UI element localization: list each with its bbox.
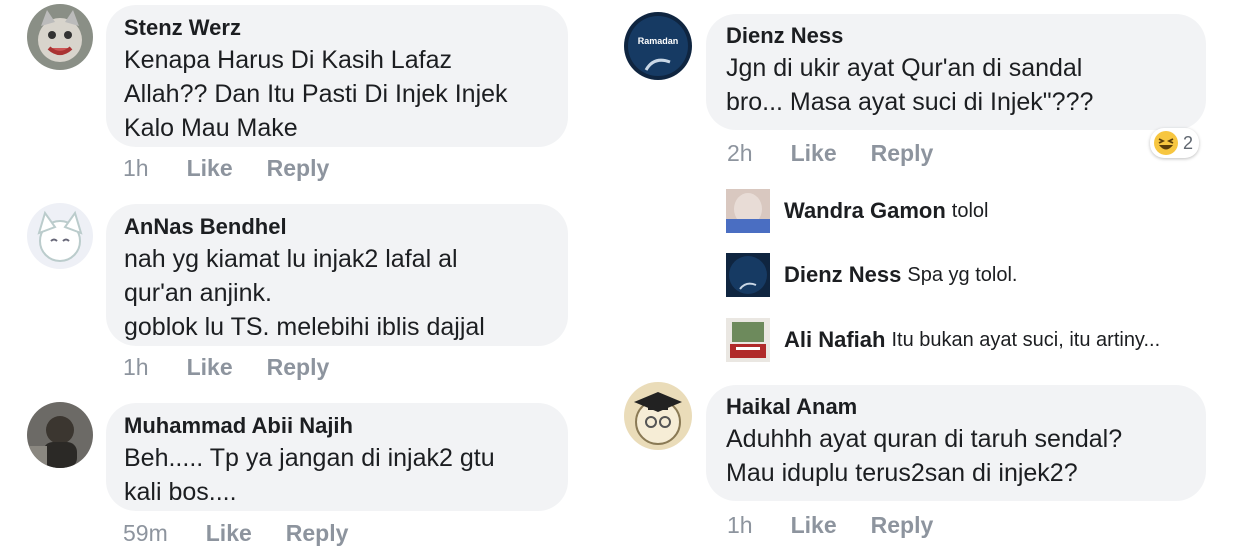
commenter-name[interactable]: Dienz Ness <box>726 23 1186 49</box>
like-button[interactable]: Like <box>206 520 252 547</box>
avatar[interactable] <box>624 382 692 450</box>
reply-button[interactable]: Reply <box>267 155 330 182</box>
reply-button[interactable]: Reply <box>286 520 349 547</box>
avatar[interactable] <box>27 203 93 269</box>
comment-bubble: Dienz Ness Jgn di ukir ayat Qur'an di sa… <box>706 14 1206 130</box>
comment-actions: 1h Like Reply <box>727 512 967 539</box>
commenter-name[interactable]: Muhammad Abii Najih <box>124 413 550 439</box>
reply-text: Spa yg tolol. <box>907 263 1018 286</box>
comment-actions: 2h Like Reply <box>727 140 967 167</box>
reply-button[interactable]: Reply <box>267 354 330 381</box>
reaction-count: 2 <box>1183 132 1194 153</box>
reply-author[interactable]: Wandra Gamon <box>784 198 946 224</box>
avatar[interactable]: Ramadan <box>624 12 692 80</box>
like-button[interactable]: Like <box>187 354 233 381</box>
like-button[interactable]: Like <box>791 140 837 167</box>
comment-bubble: Stenz Werz Kenapa Harus Di Kasih Lafaz A… <box>106 5 568 147</box>
avatar[interactable] <box>726 318 770 362</box>
reply-text: tolol <box>951 199 989 222</box>
avatar[interactable] <box>726 189 770 233</box>
reply-author[interactable]: Ali Nafiah <box>784 327 885 353</box>
comment-text: Jgn di ukir ayat Qur'an di sandal bro...… <box>726 54 1094 116</box>
comment-actions: 59m Like Reply <box>123 520 382 547</box>
comment-actions: 1h Like Reply <box>123 155 363 182</box>
timestamp[interactable]: 59m <box>123 520 168 547</box>
timestamp[interactable]: 1h <box>727 512 753 539</box>
commenter-name[interactable]: AnNas Bendhel <box>124 214 550 240</box>
avatar[interactable] <box>27 4 93 70</box>
comment-text: nah yg kiamat lu injak2 lafal al qur'an … <box>124 245 485 341</box>
comment-text: Beh..... Tp ya jangan di injak2 gtu kali… <box>124 444 495 506</box>
reply-item[interactable]: Wandra Gamon tolol <box>726 189 988 233</box>
comment-bubble: Muhammad Abii Najih Beh..... Tp ya janga… <box>106 403 568 511</box>
commenter-name[interactable]: Stenz Werz <box>124 15 550 41</box>
reply-button[interactable]: Reply <box>871 512 934 539</box>
avatar[interactable] <box>27 402 93 468</box>
reply-item[interactable]: Dienz Ness Spa yg tolol. <box>726 253 1017 297</box>
reply-button[interactable]: Reply <box>871 140 934 167</box>
comment-text: Kenapa Harus Di Kasih Lafaz Allah?? Dan … <box>124 46 508 142</box>
reaction-summary[interactable]: 2 <box>1150 128 1200 158</box>
comment-bubble: AnNas Bendhel nah yg kiamat lu injak2 la… <box>106 204 568 346</box>
timestamp[interactable]: 1h <box>123 354 149 381</box>
comment-actions: 1h Like Reply <box>123 354 363 381</box>
commenter-name[interactable]: Haikal Anam <box>726 394 1186 420</box>
reply-author[interactable]: Dienz Ness <box>784 262 901 288</box>
comment-text: Aduhhh ayat quran di taruh sendal? Mau i… <box>726 425 1123 487</box>
avatar[interactable] <box>726 253 770 297</box>
comment-bubble: Haikal Anam Aduhhh ayat quran di taruh s… <box>706 385 1206 501</box>
timestamp[interactable]: 2h <box>727 140 753 167</box>
avatar-text: Ramadan <box>638 36 679 46</box>
haha-emoji-icon <box>1154 131 1178 155</box>
reply-item[interactable]: Ali Nafiah Itu bukan ayat suci, itu arti… <box>726 318 1160 362</box>
timestamp[interactable]: 1h <box>123 155 149 182</box>
reply-text: Itu bukan ayat suci, itu artiny... <box>891 328 1161 351</box>
like-button[interactable]: Like <box>187 155 233 182</box>
like-button[interactable]: Like <box>791 512 837 539</box>
